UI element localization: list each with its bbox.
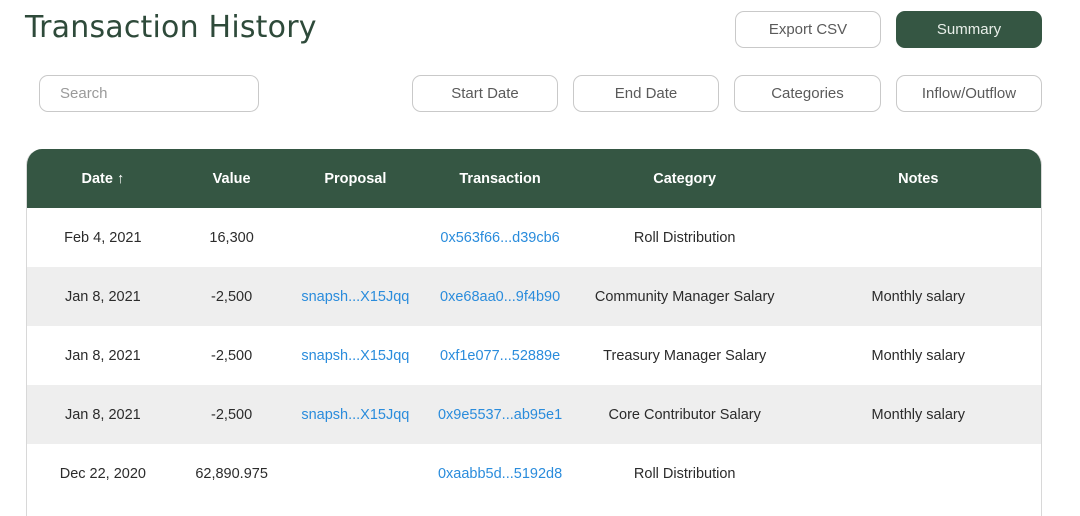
categories-button[interactable]: Categories (734, 75, 881, 112)
cell-value: 16,300 (209, 229, 254, 246)
page-title: Transaction History (25, 10, 317, 45)
cell-transaction-link[interactable]: 0x9e5537...ab95e1 (426, 407, 574, 423)
cell-notes: Monthly salary (871, 288, 965, 305)
column-header-category[interactable]: Category (574, 171, 796, 187)
cell-category: Roll Distribution (633, 229, 736, 246)
cell-proposal-link[interactable]: snapsh...X15Jqq (285, 289, 427, 305)
cell-date: Jan 8, 2021 (64, 347, 141, 364)
cell-transaction-link[interactable]: 0x563f66...d39cb6 (426, 230, 574, 246)
cell-date: Feb 4, 2021 (64, 229, 142, 246)
transactions-table: Date ↑ Value Proposal Transaction Catego… (26, 149, 1042, 516)
cell-notes: Monthly salary (871, 406, 965, 423)
cell-transaction-link[interactable]: 0xaabb5d...5192d8 (426, 466, 574, 482)
page: Transaction History Export CSV Summary S… (0, 0, 1080, 516)
end-date-button[interactable]: End Date (573, 75, 719, 112)
cell-transaction-link[interactable]: 0xf1e077...52889e (426, 348, 574, 364)
table-row: Feb 4, 2021 16,300 0x563f66...d39cb6 Rol… (27, 208, 1041, 267)
cell-category: Treasury Manager Salary (603, 347, 767, 364)
table-row: Dec 22, 2020 62,890.975 0xaabb5d...5192d… (27, 444, 1041, 503)
column-header-notes[interactable]: Notes (795, 171, 1041, 187)
start-date-button[interactable]: Start Date (412, 75, 558, 112)
cell-proposal-link[interactable]: snapsh...X15Jqq (285, 348, 427, 364)
column-header-date[interactable]: Date ↑ (27, 171, 179, 187)
cell-transaction-link[interactable]: 0xe68aa0...9f4b90 (426, 289, 574, 305)
column-header-proposal[interactable]: Proposal (285, 171, 427, 187)
cell-date: Dec 22, 2020 (59, 465, 146, 482)
column-header-transaction[interactable]: Transaction (426, 171, 574, 187)
export-csv-button[interactable]: Export CSV (735, 11, 881, 48)
cell-proposal-link[interactable]: snapsh...X15Jqq (285, 407, 427, 423)
cell-date: Jan 8, 2021 (64, 406, 141, 423)
cell-category: Community Manager Salary (594, 288, 775, 305)
table-header: Date ↑ Value Proposal Transaction Catego… (27, 149, 1041, 208)
cell-category: Core Contributor Salary (608, 406, 761, 423)
cell-value: 62,890.975 (195, 465, 268, 482)
summary-button[interactable]: Summary (896, 11, 1042, 48)
cell-notes: Monthly salary (871, 347, 965, 364)
cell-date: Jan 8, 2021 (64, 288, 141, 305)
cell-value: -2,500 (211, 406, 253, 423)
cell-category: Roll Distribution (633, 465, 736, 482)
inflow-outflow-button[interactable]: Inflow/Outflow (896, 75, 1042, 112)
cell-value: -2,500 (211, 347, 253, 364)
column-header-value[interactable]: Value (179, 171, 285, 187)
search-input[interactable] (39, 75, 259, 112)
table-row: Jan 8, 2021 -2,500 snapsh...X15Jqq 0xe68… (27, 267, 1041, 326)
table-row: Jan 8, 2021 -2,500 snapsh...X15Jqq 0xf1e… (27, 326, 1041, 385)
table-row: Jan 8, 2021 -2,500 snapsh...X15Jqq 0x9e5… (27, 385, 1041, 444)
cell-value: -2,500 (211, 288, 253, 305)
